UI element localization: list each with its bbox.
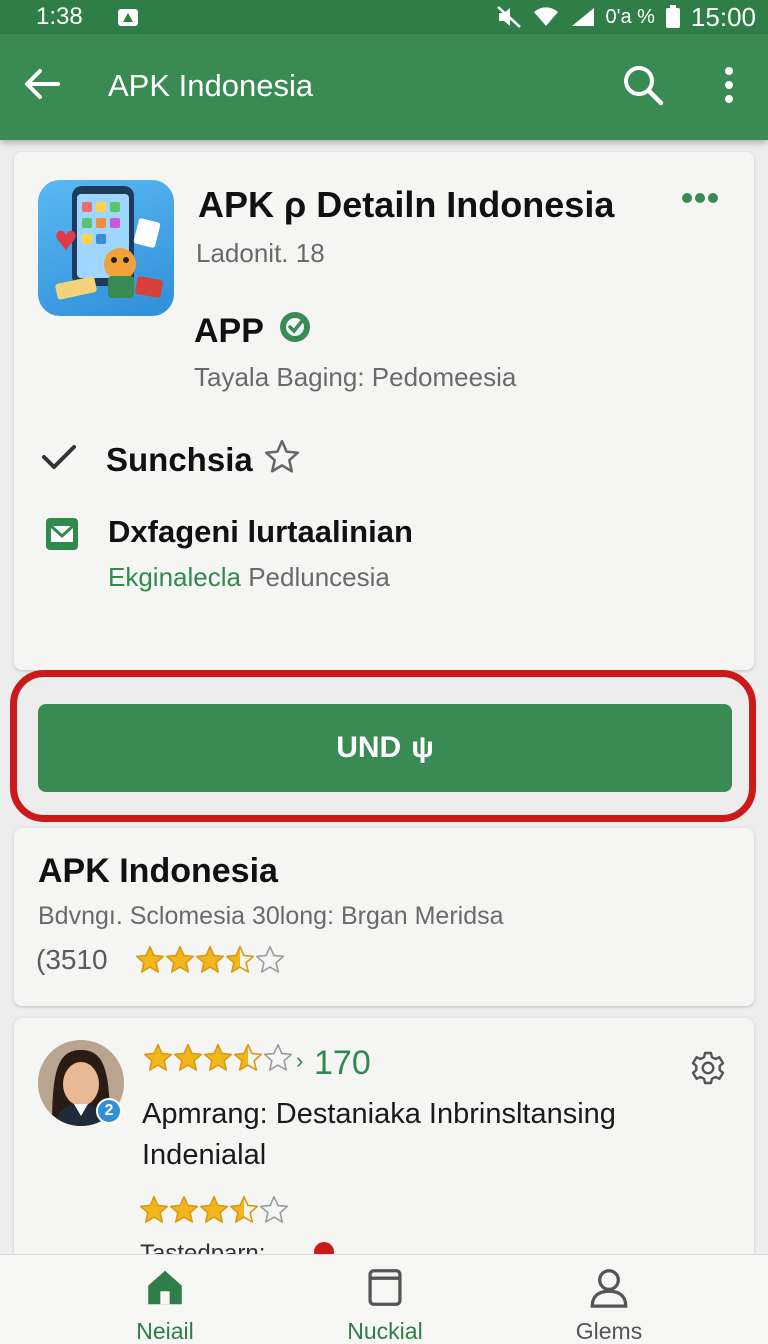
- feature-row-sunchsia: Sunchsia: [40, 438, 301, 481]
- wifi-icon: [532, 6, 560, 28]
- tablet-icon: [368, 1269, 402, 1306]
- app-bar-title: APK Indonesia: [108, 68, 314, 103]
- more-vert-icon[interactable]: [716, 64, 742, 106]
- app-type-row: APP: [194, 310, 312, 353]
- avatar-badge: 2: [96, 1098, 122, 1124]
- rating-count: (3510: [36, 944, 108, 975]
- check-icon: [40, 442, 78, 477]
- feature-label: Sunchsia: [106, 440, 253, 478]
- star-icon: [199, 1195, 229, 1223]
- app-logo-icon: [38, 180, 174, 316]
- app-version: Ladonit. 18: [196, 238, 325, 268]
- search-icon[interactable]: [622, 64, 664, 106]
- info-title: APK Indonesia: [38, 852, 278, 890]
- star-icon: [233, 1043, 263, 1071]
- app-info-card: APK Indonesia Bdvngı. Sclomesia 30long: …: [14, 828, 754, 1006]
- app-rating-line: Tayala Baging: Pedomeesia: [194, 362, 517, 392]
- nav-item-person[interactable]: Glems: [509, 1255, 709, 1344]
- app-type-label: APP: [194, 312, 264, 350]
- feature-title: Dxfageni lurtaalinian: [108, 514, 413, 549]
- person-icon: [590, 1269, 628, 1308]
- feature-subtitle-rest: Pedluncesia: [240, 562, 390, 592]
- app-detail-card: APK ρ Detailn Indonesia Ladonit. 18 APP …: [14, 152, 754, 670]
- star-icon: [143, 1043, 173, 1071]
- gear-icon[interactable]: [690, 1050, 726, 1086]
- review-inner-stars: [138, 1194, 289, 1226]
- star-icon: [139, 1195, 169, 1223]
- notification-app-icon: [117, 6, 139, 28]
- bottom-navigation: Neiail Nuckial Glems: [0, 1254, 768, 1344]
- rating-stars: [134, 944, 285, 976]
- status-time-left: 1:38: [36, 3, 83, 30]
- feature-subtitle: Ekginalecla Pedluncesia: [108, 562, 390, 593]
- star-icon: [203, 1043, 233, 1071]
- nav-item-home[interactable]: Neiail: [65, 1255, 265, 1344]
- review-text: Apmrang: Destaniaka Inbrinsltansing Inde…: [142, 1098, 616, 1171]
- star-outline-icon[interactable]: [263, 438, 301, 481]
- chevron-right-icon: ›: [296, 1048, 304, 1073]
- star-icon: [165, 945, 195, 973]
- review-count: 170: [314, 1044, 371, 1082]
- info-subtitle: Bdvngı. Sclomesia 30long: Brgan Meridsa: [38, 902, 504, 930]
- star-icon: [173, 1043, 203, 1071]
- more-horiz-icon[interactable]: [682, 190, 726, 206]
- checkbox-mail-icon: [44, 516, 80, 552]
- home-icon: [148, 1270, 182, 1305]
- star-icon: [259, 1195, 289, 1223]
- install-button-label: UND: [336, 731, 402, 764]
- signal-icon: [570, 6, 596, 28]
- review-card: 2 › 170 Apmrang: Destaniaka Inbrinsltans…: [14, 1018, 754, 1278]
- back-arrow-icon[interactable]: [22, 64, 62, 104]
- star-icon: [229, 1195, 259, 1223]
- status-bar: 1:38 0'a % 15:00: [0, 0, 768, 34]
- review-stars: [142, 1042, 293, 1074]
- app-name: APK ρ Detailn Indonesia: [198, 184, 615, 225]
- star-icon: [135, 945, 165, 973]
- star-icon: [263, 1043, 293, 1071]
- feature-subtitle-highlight[interactable]: Ekginalecla: [108, 562, 241, 592]
- battery-percent: 0'a %: [605, 5, 655, 28]
- star-icon: [225, 945, 255, 973]
- nav-label: Neiail: [136, 1318, 194, 1344]
- verified-icon: [278, 310, 312, 353]
- battery-icon: [665, 5, 681, 29]
- star-icon: [169, 1195, 199, 1223]
- status-time-right: 15:00: [690, 1, 756, 32]
- install-button-glyph: ψ: [411, 731, 434, 764]
- nav-item-tablet[interactable]: Nuckial: [285, 1255, 485, 1344]
- install-button[interactable]: UND ψ: [38, 704, 732, 792]
- star-icon: [255, 945, 285, 973]
- app-bar: APK Indonesia: [0, 34, 768, 140]
- mute-icon: [496, 5, 522, 29]
- star-icon: [195, 945, 225, 973]
- nav-label: Nuckial: [347, 1318, 423, 1344]
- nav-label: Glems: [575, 1318, 643, 1344]
